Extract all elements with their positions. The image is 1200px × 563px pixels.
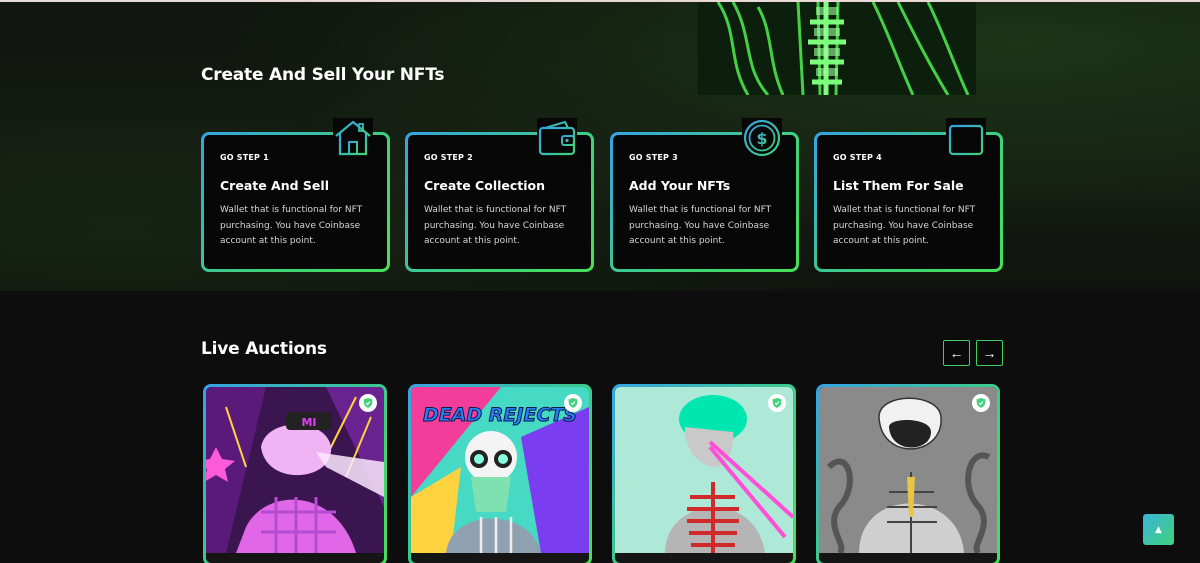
step-title: Add Your NFTs [629,178,731,193]
nft-auction-card-2[interactable]: DEAD REJECTS [408,384,592,563]
step-title: Create And Sell [220,178,329,193]
nft-auction-card-1[interactable]: MI [203,384,387,563]
step-description: Wallet that is functional for NFT purcha… [629,205,772,246]
xray-skeleton-banner [698,2,976,95]
house-icon [333,118,373,158]
verified-badge-icon [972,394,990,412]
nft-artwork: MI [206,387,384,553]
step-title: List Them For Sale [833,178,964,193]
nft-artwork [615,387,793,553]
step-description: Wallet that is functional for NFT purcha… [833,205,976,246]
step-description: Wallet that is functional for NFT purcha… [424,205,567,246]
step-card-3[interactable]: $ GO STEP 3 Add Your NFTs Wallet that is… [610,118,799,272]
verified-badge-icon [564,394,582,412]
step-description: Wallet that is functional for NFT purcha… [220,205,363,246]
dollar-coin-icon: $ [742,118,782,158]
nft-art-text: MI [301,416,316,429]
nft-artwork: DEAD REJECTS [411,387,589,553]
verified-badge-icon [768,394,786,412]
nft-auction-card-4[interactable] [816,384,1000,563]
nft-art-text: DEAD REJECTS [423,404,577,426]
nft-auction-card-3[interactable] [612,384,796,563]
steps-section: Create And Sell Your NFTs GO STEP 1 Crea… [0,2,1200,291]
step-card-4[interactable]: GO STEP 4 List Them For Sale Wallet that… [814,118,1003,272]
step-title: Create Collection [424,178,546,193]
nft-artwork [819,387,997,553]
calendar-icon [946,118,986,158]
step-card-1[interactable]: GO STEP 1 Create And Sell Wallet that is… [201,118,390,272]
wallet-icon [537,118,577,158]
steps-section-title: Create And Sell Your NFTs [201,65,445,85]
carousel-next-button[interactable]: → [976,340,1003,366]
live-auctions-title: Live Auctions [201,339,327,359]
verified-badge-icon [359,394,377,412]
step-card-2[interactable]: GO STEP 2 Create Collection Wallet that … [405,118,594,272]
svg-text:$: $ [756,129,767,148]
scroll-to-top-button[interactable]: ▲ [1143,514,1174,545]
carousel-prev-button[interactable]: ← [943,340,970,366]
